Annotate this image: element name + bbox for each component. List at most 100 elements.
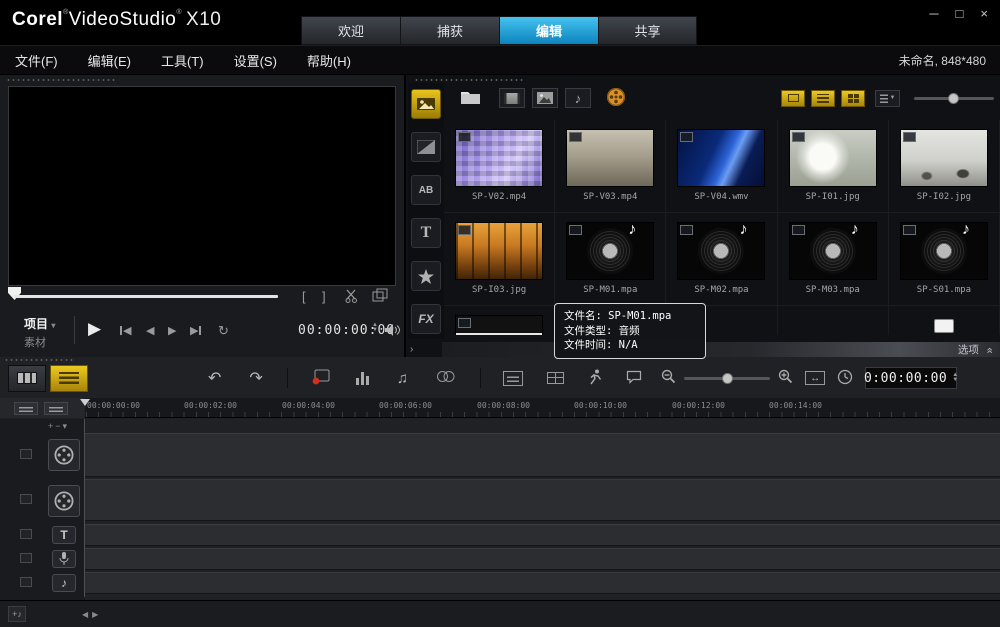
- library-item[interactable]: SP-V04.wmv: [666, 120, 778, 213]
- timeline-view-button[interactable]: [50, 364, 88, 392]
- add-music-track-button[interactable]: + ♪: [8, 606, 26, 622]
- filter-category-button[interactable]: FX: [411, 304, 441, 334]
- minimize-button[interactable]: ─: [929, 6, 938, 21]
- volume-button[interactable]: [385, 323, 402, 340]
- menu-edit[interactable]: 编辑(E): [73, 51, 146, 70]
- timecode-value[interactable]: 0:00:00:00: [864, 371, 947, 386]
- thumbnail-audio[interactable]: ♪: [788, 221, 877, 280]
- thumbnail-video[interactable]: [455, 129, 544, 187]
- home-button[interactable]: ◀: [120, 324, 131, 337]
- time-scale-button[interactable]: [837, 369, 853, 388]
- tab-capture[interactable]: 捕获: [400, 16, 499, 45]
- motion-tracking-button[interactable]: [588, 369, 602, 388]
- enlarge-preview-button[interactable]: [372, 288, 388, 306]
- music-track-button[interactable]: ♪: [52, 574, 76, 592]
- library-item[interactable]: ♪ SP-M01.mpa: [555, 213, 667, 306]
- filter-3d-button[interactable]: [606, 87, 626, 110]
- mark-in-button[interactable]: [: [302, 289, 306, 304]
- video-track-button[interactable]: [48, 439, 80, 471]
- library-item[interactable]: [444, 306, 556, 335]
- thumbnail-template[interactable]: [933, 319, 954, 333]
- overlay-track-toggle-icon[interactable]: [20, 494, 32, 504]
- scrubber-track[interactable]: [14, 295, 278, 298]
- chevron-down-icon[interactable]: ▾: [63, 421, 70, 431]
- preview-timecode[interactable]: 00:00:00:00: [298, 323, 395, 338]
- track-transparency-button[interactable]: [436, 370, 456, 386]
- auto-music-button[interactable]: ♫: [397, 370, 408, 387]
- thumbnail-audio[interactable]: ♪: [566, 221, 655, 280]
- remove-track-icon[interactable]: −: [55, 421, 62, 431]
- music-track-toggle-icon[interactable]: [20, 577, 32, 587]
- spin-down-icon[interactable]: ▼: [952, 377, 958, 383]
- timeline-ruler[interactable]: 00:00:00:00 00:00:02:00 00:00:04:00 00:0…: [0, 398, 1000, 418]
- title-category-button[interactable]: T: [411, 218, 441, 248]
- timecode-spinner[interactable]: ▲ ▼: [372, 322, 378, 333]
- overlay-track-lane[interactable]: [85, 479, 1000, 521]
- media-category-button[interactable]: [411, 89, 441, 119]
- timeline-timecode[interactable]: 0:00:00:00 ▲ ▼: [864, 367, 958, 389]
- tab-edit[interactable]: 编辑: [499, 16, 598, 45]
- previous-frame-button[interactable]: ◀: [146, 324, 154, 337]
- menu-help[interactable]: 帮助(H): [292, 51, 366, 70]
- undo-button[interactable]: ↶: [208, 368, 221, 388]
- thumbnail-video[interactable]: [566, 129, 655, 187]
- thumbnail-photo[interactable]: [788, 129, 877, 187]
- sound-mixer-button[interactable]: [355, 371, 369, 385]
- thumbnail-photo[interactable]: [899, 129, 988, 187]
- voice-track-button[interactable]: [52, 550, 76, 568]
- collapse-chevrons-icon[interactable]: «: [983, 347, 995, 352]
- speech-bubble-button[interactable]: [626, 370, 643, 387]
- filter-audio-button[interactable]: ♪: [565, 88, 591, 108]
- next-frame-button[interactable]: ▶: [168, 324, 176, 337]
- spin-down-icon[interactable]: ▼: [372, 327, 378, 333]
- play-button[interactable]: ▶: [88, 319, 101, 339]
- library-item[interactable]: SP-I02.jpg: [888, 120, 1000, 213]
- maximize-button[interactable]: □: [956, 6, 964, 21]
- timecode-spinner[interactable]: ▲ ▼: [952, 372, 958, 383]
- slider-knob[interactable]: [722, 372, 734, 384]
- sort-button[interactable]: ▼: [875, 89, 900, 107]
- scroll-left-button[interactable]: ◀: [82, 610, 88, 619]
- track-view-toggle-button[interactable]: [44, 401, 68, 415]
- split-clip-button[interactable]: [344, 288, 360, 307]
- music-track-lane[interactable]: [85, 572, 1000, 594]
- redo-button[interactable]: ↷: [249, 368, 262, 388]
- voice-track-lane[interactable]: [85, 548, 1000, 570]
- title-track-toggle-icon[interactable]: [20, 529, 32, 539]
- options-bar[interactable]: 选项 «: [442, 342, 1000, 357]
- library-item[interactable]: SP-V02.mp4: [444, 120, 556, 213]
- menu-file[interactable]: 文件(F): [0, 51, 73, 70]
- playhead-marker[interactable]: [80, 399, 90, 406]
- view-grid-button[interactable]: [841, 89, 865, 107]
- scroll-right-button[interactable]: ▶: [92, 610, 98, 619]
- subtitle-editor-button[interactable]: [503, 370, 524, 386]
- video-track-lane[interactable]: [85, 433, 1000, 477]
- zoom-out-button[interactable]: [661, 369, 676, 387]
- menu-settings[interactable]: 设置(S): [219, 51, 292, 70]
- track-list-toggle-button[interactable]: [14, 401, 38, 415]
- mode-clip-label[interactable]: 素材: [24, 334, 55, 350]
- end-button[interactable]: ▶: [190, 324, 202, 337]
- library-item[interactable]: ♪ SP-M03.mpa: [777, 213, 889, 306]
- filter-photos-button[interactable]: [532, 88, 558, 108]
- thumbnail-video[interactable]: [455, 315, 544, 335]
- library-item[interactable]: SP-I03.jpg: [444, 213, 556, 306]
- voice-track-toggle-icon[interactable]: [20, 553, 32, 563]
- thumbnail-photo[interactable]: [455, 222, 544, 280]
- library-item[interactable]: ♪ SP-S01.mpa: [888, 213, 1000, 306]
- track-add-remove-controls[interactable]: +−▾: [48, 421, 69, 432]
- playback-mode-toggle[interactable]: 项目 ▾ 素材: [24, 315, 55, 350]
- options-label[interactable]: 选项: [958, 342, 979, 357]
- view-list-button[interactable]: [811, 89, 835, 107]
- timeline-zoom-slider[interactable]: [684, 372, 771, 384]
- repeat-button[interactable]: ↻: [218, 323, 229, 339]
- filter-videos-button[interactable]: [499, 88, 525, 108]
- scrubber-handle[interactable]: [8, 287, 21, 300]
- library-item[interactable]: SP-I01.jpg: [777, 120, 889, 213]
- browse-folder-button[interactable]: [460, 89, 481, 108]
- thumbnail-size-slider[interactable]: [914, 92, 994, 104]
- tab-welcome[interactable]: 欢迎: [301, 16, 400, 45]
- mode-project-label[interactable]: 项目: [24, 317, 48, 331]
- storyboard-view-button[interactable]: [8, 364, 46, 392]
- title-ab-category-button[interactable]: AB: [411, 175, 441, 205]
